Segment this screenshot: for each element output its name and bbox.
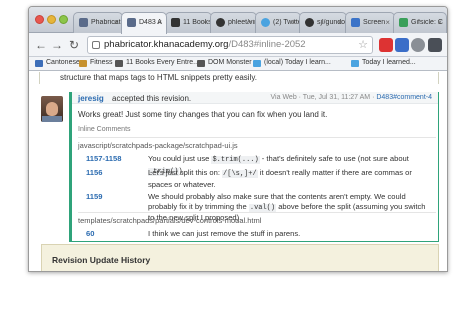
line-number-link[interactable]: 1157-1158 [86,154,121,163]
line-number-link[interactable]: 1159 [86,192,102,201]
screen-icon [351,18,360,27]
comment-meta: Via Web · Tue, Jul 31, 11:27 AM · D483#c… [270,94,432,101]
tab-d483[interactable]: D483 A × [121,12,167,34]
tab-phabricator[interactable]: Phabricator × [73,12,123,33]
inline-comment-text: Let's just split this on: /[\s,]+/ it do… [148,168,412,189]
url-path: /D483#inline-2052 [228,39,306,50]
bookmark-icon [197,60,205,67]
revision-update-history: Revision Update History [41,244,439,271]
tab-phleet[interactable]: phleet/vir × [210,12,257,33]
close-tab-icon[interactable]: × [385,18,390,27]
browser-window: Phabricator × D483 A × 11 Books Every × … [28,6,448,272]
bookmark-item[interactable]: DOM Monster [197,59,252,67]
gifsicle-icon [399,18,408,27]
review-comment: jeresig accepted this revision. Via Web … [69,92,439,242]
close-tab-icon[interactable]: × [337,18,342,27]
bookmark-item[interactable]: Today I learned... [351,59,416,67]
previous-comment: structure that maps tags to HTML snippet… [39,72,439,84]
comment-anchor-link[interactable]: D483#comment-4 [376,94,432,101]
page-content: structure that maps tags to HTML snippet… [29,72,447,271]
divider [78,212,436,213]
bookmark-item[interactable]: (local) Today I learn... [253,59,331,67]
bookmark-icon [115,60,123,67]
line-number-link[interactable]: 60 [86,229,94,238]
tab-gundo[interactable]: sjl/gundo × [299,12,347,33]
github-icon [216,18,225,27]
bookmarks-bar: Cantonese Fitness 11 Books Every Entre..… [29,57,447,71]
close-tab-icon[interactable]: × [113,18,118,27]
previous-comment-text: structure that maps tags to HTML snippet… [60,73,257,82]
bookmark-item[interactable]: 11 Books Every Entre... [115,59,199,67]
close-tab-icon[interactable]: × [157,18,162,27]
tab-screen[interactable]: Screen × [345,12,395,33]
url-host: phabricator.khanacademy.org [104,39,229,50]
inline-comments-label: Inline Comments [78,126,131,133]
close-window-button[interactable] [35,15,44,24]
avatar[interactable] [41,96,63,122]
menu-icon[interactable] [428,38,442,52]
address-bar[interactable]: phabricator.khanacademy.org/D483#inline-… [87,36,373,54]
bookmark-star-icon[interactable]: ☆ [358,37,368,53]
minimize-window-button[interactable] [47,15,56,24]
twitter-icon [261,18,270,27]
bookmark-item[interactable]: Fitness [79,59,113,67]
close-tab-icon[interactable]: × [437,18,442,27]
bookmark-icon [171,18,180,27]
comment-header: jeresig accepted this revision. Via Web … [72,92,438,104]
tab-twitter[interactable]: (2) Twitter × [255,12,301,33]
close-tab-icon[interactable]: × [202,18,207,27]
phabricator-icon [127,18,136,27]
folder-icon [35,60,43,67]
maximize-window-button[interactable] [59,15,68,24]
page-icon [92,41,100,49]
comment-body: Works great! Just some tiny changes that… [78,110,328,119]
extension-icon[interactable] [411,38,425,52]
phabricator-icon [79,18,88,27]
reload-button[interactable]: ↻ [66,37,82,53]
revision-history-title: Revision Update History [52,255,151,265]
twitter-icon [253,60,261,67]
author-link[interactable]: jeresig [78,94,104,103]
close-tab-icon[interactable]: × [291,18,296,27]
action-text: accepted this revision. [112,94,192,103]
tab-books[interactable]: 11 Books Every × [165,12,212,33]
toolbar: ← → ↻ phabricator.khanacademy.org/D483#i… [29,33,447,57]
github-icon [305,18,314,27]
bookmark-item[interactable]: Cantonese [35,59,80,67]
close-tab-icon[interactable]: × [247,18,252,27]
inline-comment-text: I think we can just remove the stuff in … [148,229,301,238]
extension-icon[interactable] [395,38,409,52]
tab-strip: Phabricator × D483 A × 11 Books Every × … [29,7,447,34]
line-number-link[interactable]: 1156 [86,168,102,177]
tab-gifsicle[interactable]: Gifsicle: C × [393,12,447,33]
back-button[interactable]: ← [33,37,49,53]
extension-icon[interactable] [379,38,393,52]
folder-icon [79,60,87,67]
file-path[interactable]: javascript/scratchpads-package/scratchpa… [78,141,238,150]
forward-button[interactable]: → [49,37,65,53]
twitter-icon [351,60,359,67]
divider [78,137,436,138]
file-path[interactable]: templates/scratchpads/partials/dev-contr… [78,216,261,225]
